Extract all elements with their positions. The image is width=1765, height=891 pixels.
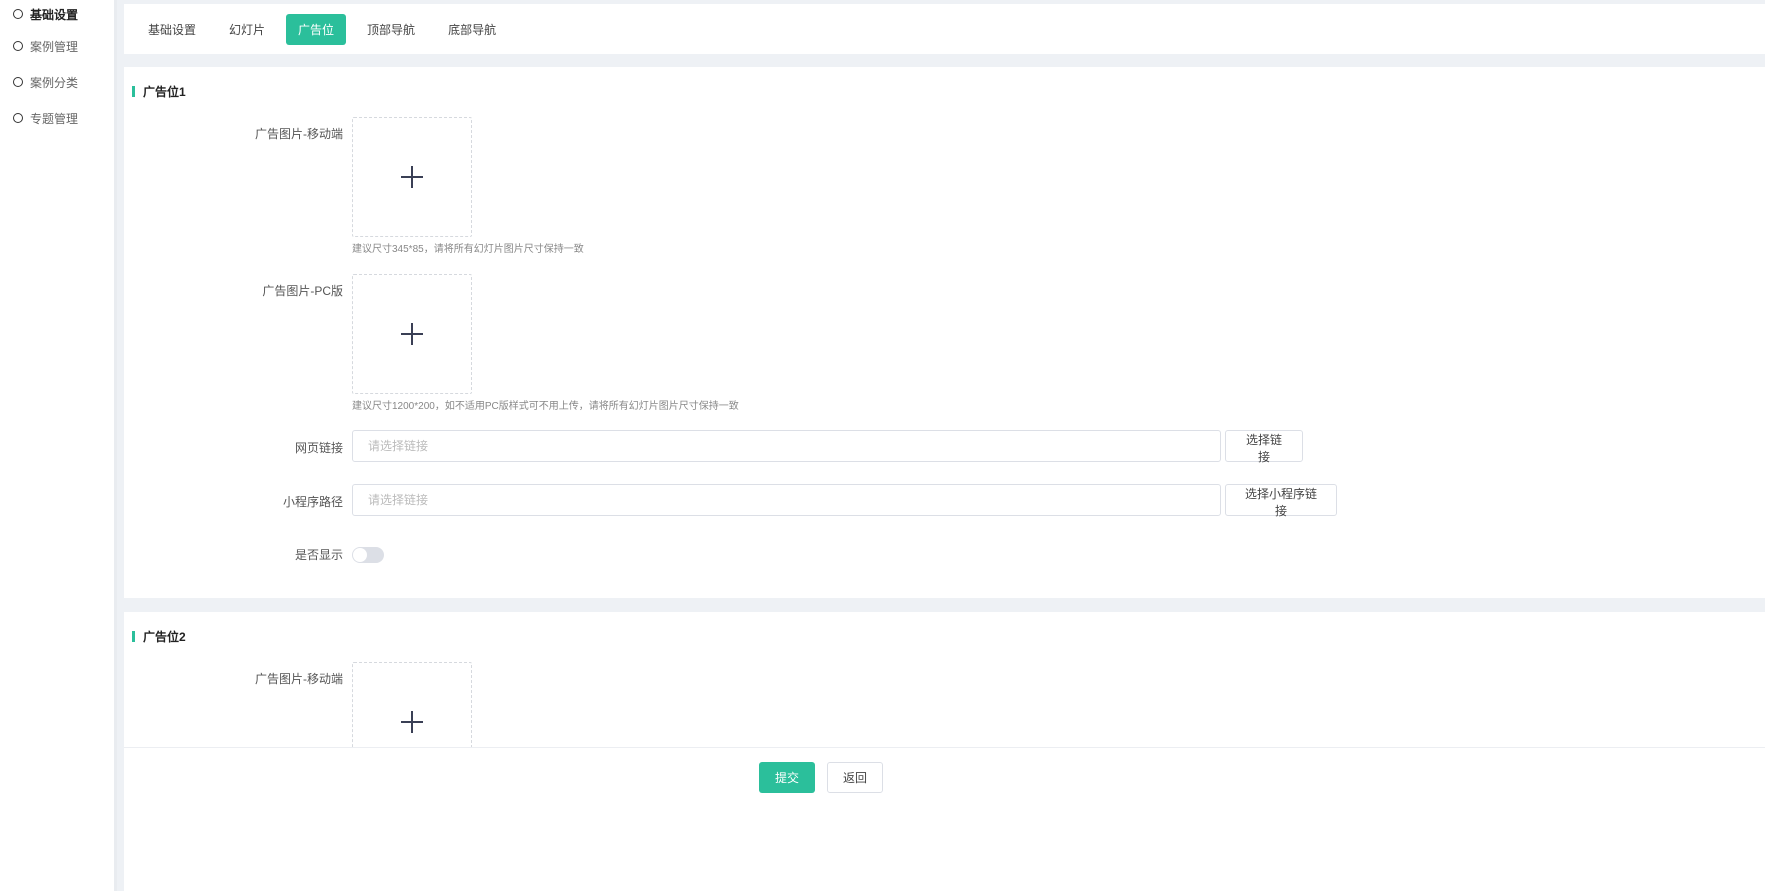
tab-bar: 基础设置 幻灯片 广告位 顶部导航 底部导航 xyxy=(124,4,1765,54)
mobile-image-hint: 建议尺寸345*85，请将所有幻灯片图片尺寸保持一致 xyxy=(352,244,584,255)
accent-bar xyxy=(132,86,135,97)
plus-icon xyxy=(401,711,423,733)
tab-top-nav[interactable]: 顶部导航 xyxy=(355,14,427,45)
circle-icon xyxy=(13,9,23,19)
form-footer: 提交 返回 xyxy=(124,747,1765,891)
ad-slot-1-panel: 广告位1 广告图片-移动端 建议尺寸345*85，请将所有幻灯片图片尺寸保持一致… xyxy=(124,67,1765,598)
submit-button[interactable]: 提交 xyxy=(759,762,815,793)
section-title-text: 广告位2 xyxy=(143,630,186,644)
plus-icon xyxy=(401,323,423,345)
mini-path-label: 小程序路径 xyxy=(282,495,343,509)
mobile-image-upload[interactable] xyxy=(352,117,472,237)
sidebar-item-label: 专题管理 xyxy=(30,111,79,126)
sidebar-item-label: 基础设置 xyxy=(30,7,79,22)
circle-icon xyxy=(13,41,23,51)
section-title: 广告位1 xyxy=(132,83,186,100)
sidebar-item-label: 案例分类 xyxy=(30,75,79,90)
show-label: 是否显示 xyxy=(294,548,343,562)
toggle-knob xyxy=(353,548,367,562)
plus-icon xyxy=(401,166,423,188)
tab-ad-slots[interactable]: 广告位 xyxy=(286,13,347,45)
pc-image-upload[interactable] xyxy=(352,274,472,394)
sidebar-item-basic-settings[interactable]: 基础设置 xyxy=(0,0,114,28)
section-title-text: 广告位1 xyxy=(143,85,186,99)
web-link-label: 网页链接 xyxy=(294,441,343,455)
select-mini-link-button[interactable]: 选择小程序链接 xyxy=(1225,484,1337,518)
mini-path-input[interactable] xyxy=(352,484,1221,516)
sidebar: 基础设置 案例管理 案例分类 专题管理 xyxy=(0,0,117,891)
back-button[interactable]: 返回 xyxy=(827,762,883,793)
circle-icon xyxy=(13,77,23,87)
pc-image-label: 广告图片-PC版 xyxy=(262,284,343,298)
sidebar-item-case-management[interactable]: 案例管理 xyxy=(0,28,114,64)
tab-slideshow[interactable]: 幻灯片 xyxy=(217,14,277,45)
section-title: 广告位2 xyxy=(132,628,186,645)
sidebar-item-case-category[interactable]: 案例分类 xyxy=(0,64,114,100)
select-link-button[interactable]: 选择链接 xyxy=(1225,430,1303,464)
circle-icon xyxy=(13,113,23,123)
web-link-input[interactable] xyxy=(352,430,1221,462)
mobile-image-label: 广告图片-移动端 xyxy=(255,127,343,141)
sidebar-item-topic-management[interactable]: 专题管理 xyxy=(0,100,114,136)
accent-bar xyxy=(132,631,135,642)
sidebar-item-label: 案例管理 xyxy=(30,39,79,54)
tab-bottom-nav[interactable]: 底部导航 xyxy=(436,14,508,45)
pc-image-hint: 建议尺寸1200*200，如不适用PC版样式可不用上传，请将所有幻灯片图片尺寸保… xyxy=(352,401,739,412)
show-toggle[interactable] xyxy=(352,547,384,563)
tab-basic-settings[interactable]: 基础设置 xyxy=(136,14,208,45)
mobile-image-label: 广告图片-移动端 xyxy=(255,672,343,686)
